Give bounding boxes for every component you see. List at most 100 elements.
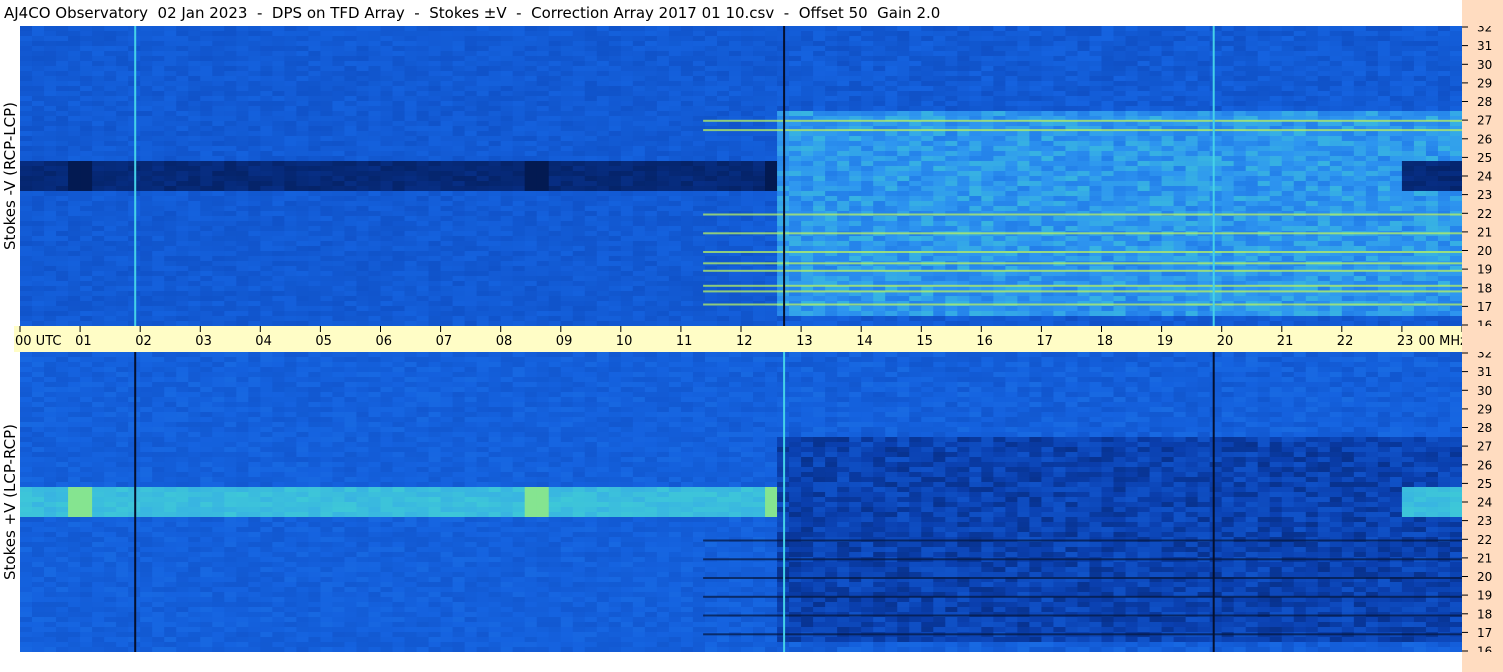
heatmap-cell xyxy=(1257,41,1271,47)
heatmap-cell xyxy=(1125,171,1139,177)
heatmap-cell xyxy=(284,51,297,57)
heatmap-cell xyxy=(1209,146,1223,152)
heatmap-cell xyxy=(825,226,838,232)
heatmap-cell xyxy=(152,216,165,222)
heatmap-cell xyxy=(921,141,934,147)
heatmap-cell xyxy=(164,66,177,72)
heatmap-cell xyxy=(1377,161,1391,167)
heatmap-cell xyxy=(188,126,201,132)
heatmap-cell xyxy=(488,106,502,112)
heatmap-cell xyxy=(500,61,514,67)
heatmap-cell xyxy=(332,121,346,127)
heatmap-cell xyxy=(813,151,826,157)
heatmap-cell xyxy=(500,221,514,227)
heatmap-cell xyxy=(692,81,706,87)
heatmap-cell xyxy=(1365,111,1379,117)
heatmap-cell xyxy=(1137,161,1151,167)
heatmap-cell xyxy=(1293,31,1307,37)
heatmap-cell xyxy=(1449,46,1462,52)
heatmap-cell xyxy=(933,221,946,227)
heatmap-cell xyxy=(1437,31,1451,37)
heatmap-cell xyxy=(981,146,994,152)
heatmap-cell xyxy=(32,171,45,177)
heatmap-cell xyxy=(969,76,982,82)
heatmap-cell xyxy=(1089,181,1103,187)
heatmap-cell xyxy=(512,131,526,137)
heatmap-cell xyxy=(188,61,201,67)
heatmap-cell xyxy=(608,111,622,117)
heatmap-cell xyxy=(380,51,394,57)
heatmap-cell xyxy=(368,136,382,142)
heatmap-cell xyxy=(1005,71,1018,77)
heatmap-cell xyxy=(993,71,1006,77)
heatmap-cell xyxy=(1161,121,1175,127)
heatmap-cell xyxy=(1197,161,1211,167)
heatmap-cell xyxy=(404,171,418,177)
heatmap-cell xyxy=(680,201,694,207)
heatmap-cell xyxy=(1257,151,1271,157)
heatmap-cell xyxy=(1149,141,1163,147)
heatmap-cell xyxy=(368,86,382,92)
heatmap-cell xyxy=(464,206,478,212)
heatmap-cell xyxy=(68,161,81,167)
heatmap-cell xyxy=(224,106,237,112)
heatmap-cell xyxy=(1305,61,1319,67)
heatmap-cell xyxy=(1377,86,1391,92)
heatmap-cell xyxy=(380,151,394,157)
heatmap-cell xyxy=(1005,206,1018,212)
heatmap-cell xyxy=(1437,76,1451,82)
heatmap-cell xyxy=(560,26,574,32)
heatmap-cell xyxy=(1149,86,1163,92)
heatmap-cell xyxy=(212,226,225,232)
heatmap-cell xyxy=(212,191,225,197)
heatmap-cell xyxy=(632,56,646,62)
heatmap-cell xyxy=(1005,121,1018,127)
heatmap-cell xyxy=(296,201,309,207)
heatmap-cell xyxy=(200,51,213,57)
heatmap-cell xyxy=(1329,181,1343,187)
heatmap-cell xyxy=(1353,96,1367,102)
heatmap-cell xyxy=(140,61,153,67)
heatmap-cell xyxy=(524,181,538,187)
heatmap-cell xyxy=(140,56,153,62)
heatmap-cell xyxy=(308,51,322,57)
heatmap-cell xyxy=(1101,186,1115,192)
heatmap-cell xyxy=(596,31,610,37)
heatmap-cell xyxy=(260,86,273,92)
heatmap-cell xyxy=(1233,146,1247,152)
heatmap-cell xyxy=(608,71,622,77)
heatmap-cell xyxy=(56,146,69,152)
heatmap-cell xyxy=(668,81,682,87)
heatmap-cell xyxy=(560,156,574,162)
heatmap-cell xyxy=(1281,201,1295,207)
heatmap-cell xyxy=(452,131,466,137)
heatmap-cell xyxy=(200,126,213,132)
heatmap-cell xyxy=(116,211,129,217)
heatmap-cell xyxy=(356,151,370,157)
heatmap-cell xyxy=(969,41,982,47)
heatmap-cell xyxy=(272,116,285,122)
heatmap-cell xyxy=(873,41,886,47)
heatmap-cell xyxy=(993,136,1006,142)
heatmap-cell xyxy=(1053,41,1067,47)
heatmap-cell xyxy=(1233,176,1247,182)
heatmap-cell xyxy=(344,161,358,167)
heatmap-cell xyxy=(1101,166,1115,172)
heatmap-cell xyxy=(224,171,237,177)
heatmap-cell xyxy=(957,171,970,177)
heatmap-cell xyxy=(1209,131,1223,137)
heatmap-cell xyxy=(1137,66,1151,72)
heatmap-cell xyxy=(476,186,490,192)
heatmap-cell xyxy=(1053,31,1067,37)
heatmap-cell xyxy=(1041,171,1055,177)
heatmap-cell xyxy=(188,81,201,87)
heatmap-cell xyxy=(596,196,610,202)
heatmap-cell xyxy=(308,36,322,42)
heatmap-cell xyxy=(596,91,610,97)
heatmap-cell xyxy=(861,151,874,157)
heatmap-cell xyxy=(1413,86,1427,92)
heatmap-cell xyxy=(1233,71,1247,77)
heatmap-cell xyxy=(1209,196,1223,202)
heatmap-cell xyxy=(428,156,442,162)
heatmap-cell xyxy=(224,81,237,87)
